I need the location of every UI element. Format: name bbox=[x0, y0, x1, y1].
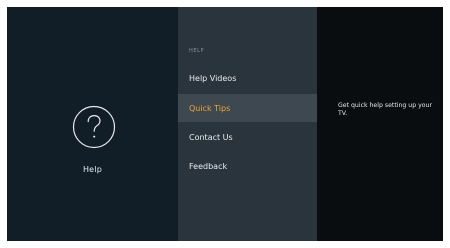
menu-item-quick-tips[interactable]: Quick Tips bbox=[178, 94, 317, 122]
category-label: Help bbox=[82, 165, 103, 174]
detail-panel: Get quick help setting up your TV. bbox=[317, 7, 443, 241]
menu-section-label: HELP bbox=[189, 48, 205, 54]
menu-item-feedback[interactable]: Feedback bbox=[178, 152, 317, 180]
menu-item-contact-us[interactable]: Contact Us bbox=[178, 123, 317, 151]
help-menu: HELP Help Videos Quick Tips Contact Us F… bbox=[178, 7, 317, 241]
item-description: Get quick help setting up your TV. bbox=[338, 102, 433, 117]
question-circle-icon bbox=[72, 105, 116, 149]
category-panel: Help bbox=[7, 7, 178, 241]
tv-screen: Help HELP Help Videos Quick Tips Contact… bbox=[7, 7, 443, 241]
menu-item-help-videos[interactable]: Help Videos bbox=[178, 64, 317, 92]
